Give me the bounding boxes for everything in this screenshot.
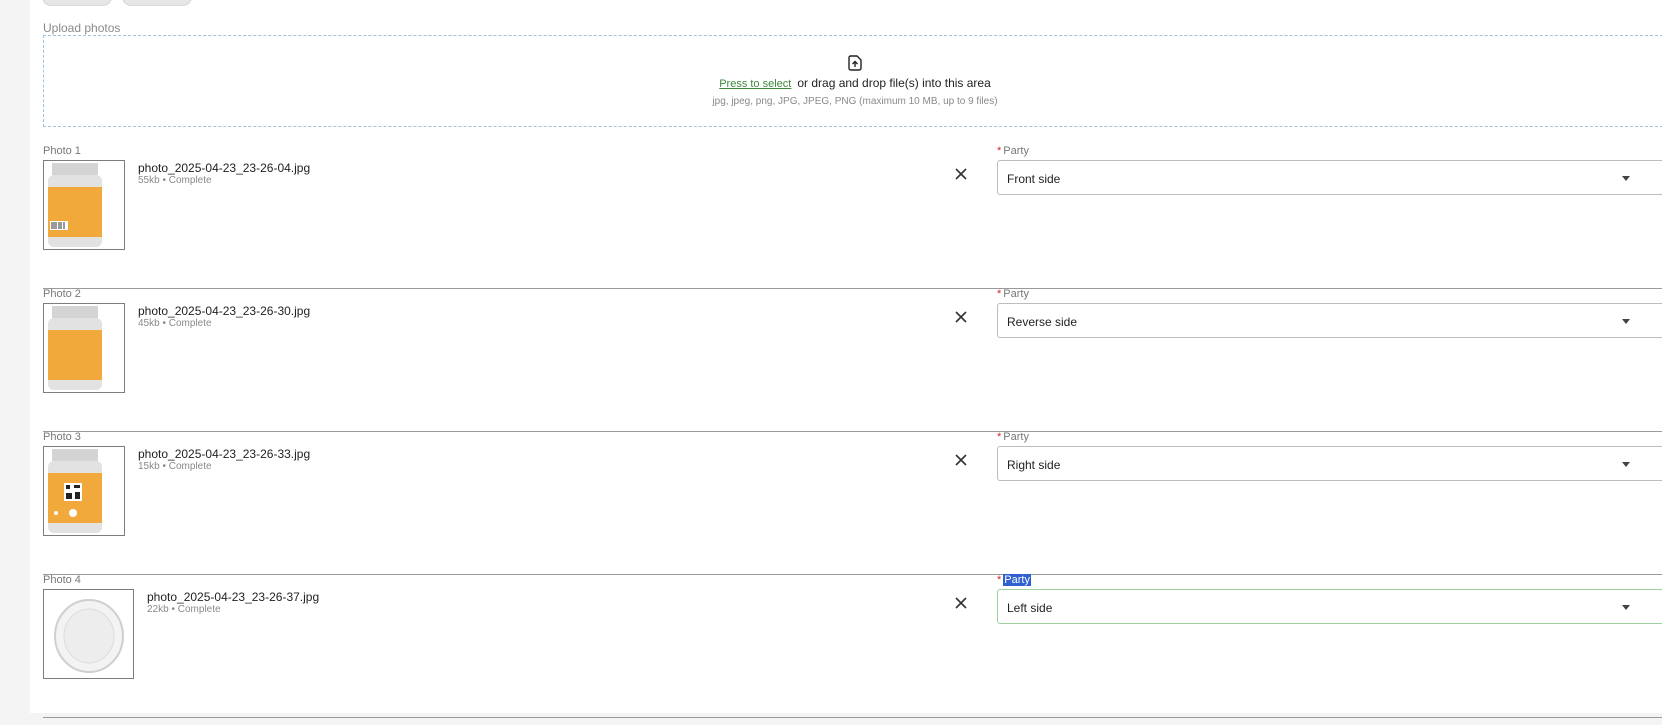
separator: • — [162, 318, 166, 329]
file-size: 22kb — [147, 604, 169, 615]
chevron-down-icon — [1622, 319, 1630, 324]
photo-label: Photo 3 — [43, 431, 81, 443]
close-icon[interactable] — [953, 595, 969, 611]
file-name: photo_2025-04-23_23-26-33.jpg — [138, 447, 311, 461]
party-label-text: Party — [1003, 288, 1029, 300]
party-select-value: Left side — [1007, 601, 1053, 615]
photo-row: Photo 2 photo_2025-04-23_23-26-30.jpg 45… — [43, 288, 1662, 432]
party-label-text: Party — [1003, 145, 1029, 157]
chevron-down-icon — [1622, 176, 1630, 181]
photo-thumbnail[interactable] — [43, 160, 125, 250]
file-name: photo_2025-04-23_23-26-37.jpg — [147, 590, 320, 604]
close-icon[interactable] — [953, 166, 969, 182]
file-meta: 15kb • Complete — [138, 461, 212, 472]
photo-row: Photo 4 photo_2025-04-23_23-26-37.jpg 22… — [43, 574, 1662, 718]
chip[interactable] — [122, 0, 192, 6]
party-select[interactable]: Reverse side — [997, 303, 1662, 338]
file-status: Complete — [168, 318, 212, 329]
photo-row: Photo 3 photo_2025-04-23_23-26-33.jpg 15… — [43, 431, 1662, 575]
party-label: * Party — [997, 145, 1029, 157]
file-status: Complete — [168, 175, 212, 186]
party-select-value: Reverse side — [1007, 315, 1078, 329]
required-mark: * — [997, 145, 1002, 157]
chip[interactable] — [42, 0, 112, 6]
party-select[interactable]: Front side — [997, 160, 1662, 195]
party-label-text: Party — [1003, 574, 1031, 586]
party-select-value: Right side — [1007, 458, 1061, 472]
dropzone-hint: jpg, jpeg, png, JPG, JPEG, PNG (maximum … — [712, 96, 998, 107]
press-to-select-link[interactable]: Press to select — [719, 78, 791, 90]
party-select[interactable]: Left side — [997, 589, 1662, 624]
separator: • — [171, 604, 175, 615]
party-select[interactable]: Right side — [997, 446, 1662, 481]
file-size: 45kb — [138, 318, 160, 329]
required-mark: * — [997, 431, 1002, 443]
file-meta: 45kb • Complete — [138, 318, 212, 329]
file-size: 15kb — [138, 461, 160, 472]
photo-thumbnail[interactable] — [43, 303, 125, 393]
party-label: * Party — [997, 431, 1029, 443]
photo-thumbnail[interactable] — [43, 589, 134, 679]
separator: • — [162, 461, 166, 472]
dropzone-text: or drag and drop file(s) into this area — [797, 76, 991, 90]
file-upload-icon[interactable] — [846, 54, 864, 72]
file-status: Complete — [177, 604, 221, 615]
photo-label: Photo 2 — [43, 288, 81, 300]
required-mark: * — [997, 574, 1002, 586]
party-label: * Party — [997, 574, 1031, 586]
photo-label: Photo 4 — [43, 574, 81, 586]
party-label-text: Party — [1003, 431, 1029, 443]
photo-thumbnail[interactable] — [43, 446, 125, 536]
close-icon[interactable] — [953, 452, 969, 468]
separator: • — [162, 175, 166, 186]
file-size: 55kb — [138, 175, 160, 186]
chevron-down-icon — [1622, 605, 1630, 610]
top-chips — [42, 0, 192, 6]
chevron-down-icon — [1622, 462, 1630, 467]
party-select-value: Front side — [1007, 172, 1061, 186]
dropzone-instructions: Press to select or drag and drop file(s) … — [0, 76, 1662, 90]
file-status: Complete — [168, 461, 212, 472]
file-name: photo_2025-04-23_23-26-04.jpg — [138, 161, 311, 175]
file-name: photo_2025-04-23_23-26-30.jpg — [138, 304, 311, 318]
file-meta: 22kb • Complete — [147, 604, 221, 615]
close-icon[interactable] — [953, 309, 969, 325]
photo-label: Photo 1 — [43, 145, 81, 157]
file-meta: 55kb • Complete — [138, 175, 212, 186]
party-label: * Party — [997, 288, 1029, 300]
required-mark: * — [997, 288, 1002, 300]
upload-label: Upload photos — [43, 21, 121, 35]
photo-row: Photo 1 photo_2025-04-23_23-26-04.jpg 55… — [43, 145, 1662, 289]
